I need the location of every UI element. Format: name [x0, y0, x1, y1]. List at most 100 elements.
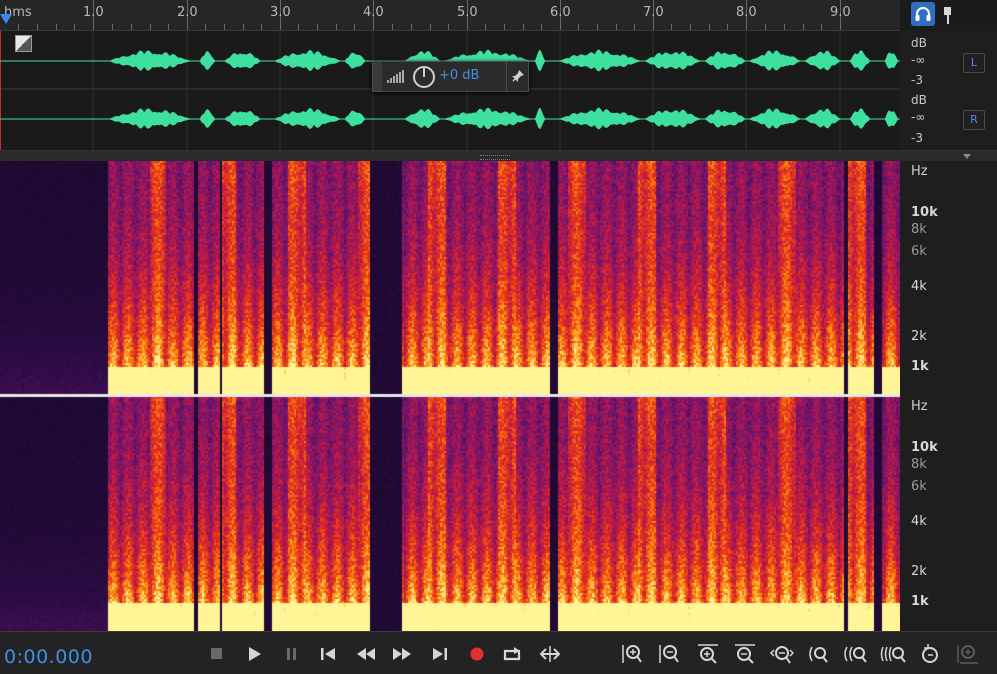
headphones-icon[interactable]	[911, 2, 935, 26]
ruler-minor-tick	[578, 24, 579, 30]
ruler-minor-tick	[597, 24, 598, 30]
ruler-minor-tick	[18, 24, 19, 30]
ruler-minor-tick	[448, 24, 449, 30]
ruler-minor-tick	[616, 24, 617, 30]
ruler-minor-tick	[168, 24, 169, 30]
ruler-minor-tick	[37, 24, 38, 30]
ruler-tick-label: 5.0	[457, 5, 478, 20]
ruler-minor-tick	[690, 24, 691, 30]
zoom-out-time-icon[interactable]	[733, 642, 757, 666]
zoom-to-selection-icon[interactable]	[806, 642, 830, 666]
play-icon[interactable]	[242, 642, 266, 666]
ruler-tick-label: 1.0	[83, 5, 104, 20]
ruler-minor-tick	[784, 24, 785, 30]
ruler-minor-tick	[727, 24, 728, 30]
ruler-minor-tick	[150, 24, 151, 30]
zoom-in-frequency-icon[interactable]	[956, 642, 980, 666]
record-icon[interactable]	[465, 642, 489, 666]
ruler-minor-tick	[709, 24, 710, 30]
left-channel-button[interactable]: L	[963, 53, 985, 73]
spectral-toggle-icon[interactable]	[15, 35, 32, 52]
frequency-tick-label: 1k	[911, 359, 929, 374]
ruler-minor-tick	[131, 24, 132, 30]
frequency-tick-label: 6k	[911, 479, 927, 494]
ruler-tick-label: 9.0	[830, 5, 851, 20]
frequency-tick-label: 8k	[911, 457, 927, 472]
frequency-tick-label: 8k	[911, 222, 927, 237]
zoom-in-time-icon[interactable]	[696, 642, 720, 666]
skip-to-end-icon[interactable]	[428, 642, 452, 666]
time-ruler[interactable]: hms 1.0 2.0 3.0 4.0 5.0 6.0 7.0 8.0 9.0	[0, 0, 900, 31]
ruler-minor-tick	[411, 24, 412, 30]
hz-label: Hz	[911, 399, 928, 414]
zoom-into-right-edge-icon[interactable]	[880, 642, 906, 666]
ruler-minor-tick	[317, 24, 318, 30]
loop-playback-icon[interactable]	[501, 642, 525, 666]
gain-knob-icon[interactable]	[412, 65, 436, 89]
db-label-bottom: dB	[911, 93, 927, 107]
ruler-minor-tick	[56, 24, 57, 30]
ruler-tick-label: 2.0	[177, 5, 198, 20]
gain-hud[interactable]: +0 dB	[372, 61, 529, 92]
skip-to-start-icon[interactable]	[316, 642, 340, 666]
zoom-in-amplitude-icon[interactable]	[620, 642, 644, 666]
ruler-minor-tick	[803, 24, 804, 30]
waveform-channel-path	[0, 107, 900, 130]
ruler-minor-tick	[224, 24, 225, 30]
skip-selection-icon[interactable]	[538, 642, 562, 666]
pause-icon[interactable]	[280, 642, 304, 666]
gain-value[interactable]: +0 dB	[439, 68, 479, 83]
ruler-tick-label: 8.0	[736, 5, 757, 20]
ruler-minor-tick	[671, 24, 672, 30]
frequency-tick-label: 2k	[911, 329, 927, 344]
minus-three-label-top: -3	[911, 73, 923, 87]
ruler-minor-tick	[74, 24, 75, 30]
collapse-arrow-icon[interactable]	[963, 154, 971, 159]
spectral-display[interactable]	[0, 161, 900, 631]
ruler-minor-tick	[298, 24, 299, 30]
marker-pin-icon[interactable]	[940, 4, 956, 26]
stop-icon[interactable]	[205, 642, 229, 666]
pin-icon[interactable]	[511, 69, 525, 83]
ruler-minor-tick	[523, 24, 524, 30]
current-time[interactable]: 0:00.000	[4, 646, 93, 668]
ruler-minor-tick	[541, 24, 542, 30]
ruler-minor-tick	[485, 24, 486, 30]
level-meter-icon	[387, 70, 404, 83]
ruler-minor-tick	[243, 24, 244, 30]
ruler-minor-tick	[354, 24, 355, 30]
hud-grip-icon[interactable]	[373, 62, 382, 91]
rewind-icon[interactable]	[354, 642, 378, 666]
hz-label: Hz	[911, 164, 928, 179]
ruler-minor-tick	[336, 24, 337, 30]
neg-inf-label-bottom: -∞	[911, 110, 926, 124]
waveform-db-scale: dB -∞ -3 L dB -∞ -3 R	[900, 31, 997, 150]
zoom-out-amplitude-icon[interactable]	[657, 642, 681, 666]
ruler-tick-label: 7.0	[643, 5, 664, 20]
ruler-minor-tick	[765, 24, 766, 30]
frequency-tick-label: 6k	[911, 244, 927, 259]
frequency-tick-label: 2k	[911, 564, 927, 579]
ruler-minor-tick	[112, 24, 113, 30]
db-label-top: dB	[911, 36, 927, 50]
playhead-marker[interactable]	[0, 14, 12, 24]
ruler-tick-label: 4.0	[363, 5, 384, 20]
right-channel-button[interactable]: R	[963, 110, 985, 130]
neg-inf-label-top: -∞	[911, 53, 926, 67]
ruler-minor-tick	[430, 24, 431, 30]
zoom-into-left-edge-icon[interactable]	[843, 642, 867, 666]
ruler-minor-tick	[821, 24, 822, 30]
ruler-minor-tick	[261, 24, 262, 30]
ruler-minor-tick	[392, 24, 393, 30]
frequency-tick-label: 10k	[911, 205, 938, 220]
zoom-reset-icon[interactable]	[918, 642, 942, 666]
ruler-tick-label: 3.0	[270, 5, 291, 20]
ruler-minor-tick	[634, 24, 635, 30]
ruler-tick-label: 6.0	[550, 5, 571, 20]
fast-forward-icon[interactable]	[390, 642, 414, 666]
transport-bar: 0:00.000	[0, 631, 997, 674]
frequency-tick-label: 1k	[911, 594, 929, 609]
frequency-tick-label: 4k	[911, 279, 927, 294]
zoom-out-full-icon[interactable]	[769, 642, 795, 666]
frequency-tick-label: 10k	[911, 440, 938, 455]
